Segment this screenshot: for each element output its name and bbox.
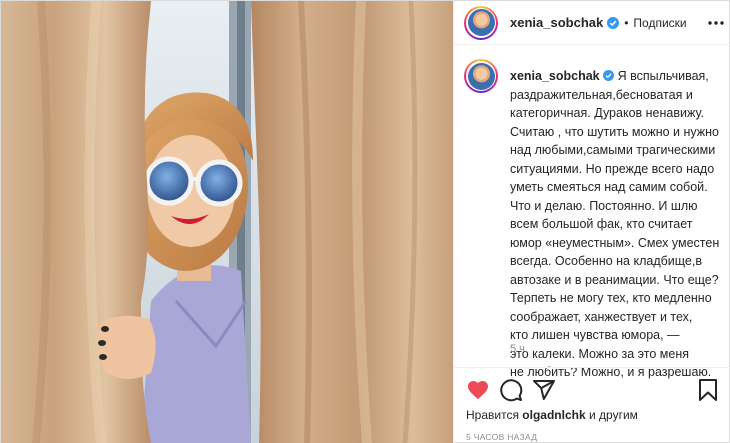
heart-filled-icon[interactable]	[466, 378, 490, 402]
follow-button[interactable]: Подписки	[633, 16, 686, 30]
caption-line: всегда. Особенно на кладбище,в	[510, 254, 702, 268]
caption-line: юмор «неуместным». Смех уместен	[510, 235, 720, 250]
caption-verified-icon	[603, 70, 615, 81]
caption-line: автозаке и в реанимации. Что еще?	[510, 272, 719, 287]
header-username[interactable]: xenia_sobchak	[510, 15, 603, 30]
caption-line: раздражительная,бесноватая и	[510, 87, 693, 102]
caption-line: это калеки. Можно за это меня	[510, 346, 689, 361]
more-options-icon[interactable]	[706, 13, 726, 33]
likes-prefix: Нравится	[466, 408, 519, 422]
photo-illustration	[1, 1, 453, 443]
post-header: xenia_sobchak • Подписки	[454, 1, 730, 45]
caption-line: категоричная. Дураков ненавижу.	[510, 106, 704, 120]
likes-user-link[interactable]: olgadnlchk	[522, 408, 585, 422]
share-icon[interactable]	[532, 378, 556, 402]
avatar[interactable]	[464, 5, 498, 40]
action-bar	[454, 367, 730, 402]
caption-line: уметь смеяться над самим собой.	[510, 180, 708, 194]
caption-line: всем большой фак, кто считает	[510, 217, 693, 231]
bookmark-icon[interactable]	[696, 378, 720, 402]
caption-timestamp[interactable]: 5 ч.	[510, 343, 528, 355]
caption-line: Терпеть не могу тех, кто медленно	[510, 291, 712, 305]
caption-line: соображает, ханжествует и тех,	[510, 309, 693, 324]
likes-suffix[interactable]: и другим	[589, 408, 638, 422]
posted-ago[interactable]: 5 ЧАСОВ НАЗАД	[466, 432, 537, 442]
caption-line: Считаю , что шутить можно и нужно	[510, 124, 719, 139]
caption-line: Что и делаю. Постоянно. И шлю	[510, 198, 698, 213]
instagram-post: xenia_sobchak • Подписки xenia_sobchak Я…	[0, 0, 730, 443]
verified-badge-icon	[607, 16, 620, 29]
caption-username[interactable]: xenia_sobchak	[510, 69, 600, 83]
likes-summary: Нравится olgadnlchk и другим	[466, 408, 638, 422]
caption-avatar[interactable]	[464, 59, 498, 93]
comment-icon[interactable]	[499, 378, 523, 402]
caption-line: над любыми,самыми трагическими	[510, 143, 716, 157]
post-side-panel: xenia_sobchak • Подписки xenia_sobchak Я…	[453, 1, 730, 443]
caption-text: xenia_sobchak Я вспыльчивая, раздражител…	[510, 67, 724, 382]
caption-line: ситуациями. Но прежде всего надо	[510, 161, 715, 176]
post-photo[interactable]	[1, 1, 453, 443]
header-separator: •	[624, 15, 629, 30]
caption-line: xenia_sobchak Я вспыльчивая,	[510, 69, 709, 83]
caption-line: кто лишен чувства юмора, —	[510, 328, 680, 342]
